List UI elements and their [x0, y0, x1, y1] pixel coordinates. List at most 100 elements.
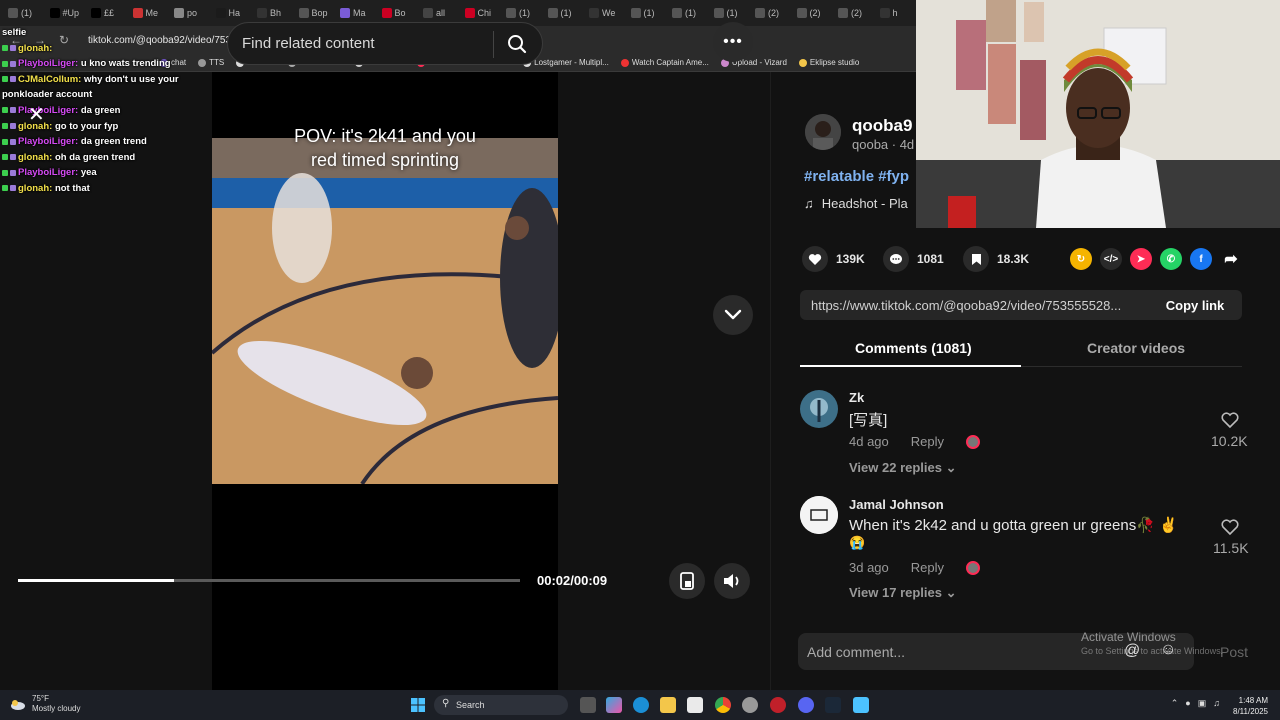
reply-button[interactable]: Reply	[911, 560, 944, 575]
browser-tab[interactable]: po	[170, 2, 211, 24]
taskbar-search[interactable]: ⚲ Search	[434, 695, 568, 715]
browser-tab[interactable]: (1)	[710, 2, 751, 24]
search-icon[interactable]	[506, 33, 528, 55]
browser-tab[interactable]: ££	[87, 2, 128, 24]
browser-tab[interactable]: (1)	[4, 2, 45, 24]
speaker-icon[interactable]: ♫	[1213, 698, 1220, 709]
reply-button[interactable]: Reply	[911, 434, 944, 449]
video-progress-bar[interactable]	[18, 579, 520, 582]
save-stat[interactable]: 18.3K	[963, 246, 1029, 272]
browser-tab[interactable]: (2)	[834, 2, 875, 24]
share-link-box[interactable]: https://www.tiktok.com/@qooba92/video/75…	[800, 290, 1242, 320]
more-options-button[interactable]: •••	[713, 22, 753, 62]
browser-tab[interactable]: Bo	[378, 2, 419, 24]
pip-button[interactable]	[669, 563, 705, 599]
browser-tab[interactable]: (2)	[751, 2, 792, 24]
next-video-button[interactable]	[713, 295, 753, 335]
copy-link-button[interactable]: Copy link	[1148, 290, 1242, 320]
copilot-icon[interactable]	[606, 697, 622, 713]
weather-widget[interactable]: 75°F Mostly cloudy	[10, 694, 80, 714]
tab-comments[interactable]: Comments (1081)	[855, 340, 972, 356]
discord-icon[interactable]	[798, 697, 814, 713]
comment-heart-icon[interactable]	[1221, 411, 1239, 429]
network-icon[interactable]: ▣	[1198, 698, 1207, 709]
bookmark-icon[interactable]	[963, 246, 989, 272]
bookmark-item[interactable]: Watch Captain Ame...	[620, 58, 709, 67]
facebook-icon[interactable]: f	[1190, 248, 1212, 270]
bookmark-item[interactable]: TTS	[198, 58, 224, 67]
share-arrow-icon[interactable]: ➦	[1220, 248, 1242, 270]
search-divider	[493, 31, 494, 58]
browser-tab[interactable]: (2)	[793, 2, 834, 24]
post-button[interactable]: Post	[1220, 644, 1248, 660]
chat-text: why don't u use your	[83, 73, 179, 85]
file-explorer-icon[interactable]	[660, 697, 676, 713]
close-icon[interactable]: ✕	[28, 102, 45, 127]
browser-tab[interactable]: (1)	[502, 2, 543, 24]
search-input[interactable]: Find related content	[227, 22, 543, 65]
comment-icon[interactable]	[883, 246, 909, 272]
comment-stat[interactable]: 1081	[883, 246, 944, 272]
music-info[interactable]: ♫ Headshot - Pla	[804, 196, 908, 211]
commenter-avatar[interactable]	[800, 390, 838, 428]
browser-tab[interactable]: (1)	[668, 2, 709, 24]
tab-label: (2)	[768, 8, 779, 18]
repost-icon[interactable]: ↻	[1070, 248, 1092, 270]
notepad-icon[interactable]	[853, 697, 869, 713]
like-stat[interactable]: 139K	[802, 246, 865, 272]
send-icon[interactable]: ➤	[1130, 248, 1152, 270]
tab-favicon-icon	[298, 8, 309, 18]
view-replies-button[interactable]: View 22 replies ⌄	[849, 460, 957, 476]
browser-tab[interactable]: Me	[129, 2, 170, 24]
chevron-up-icon[interactable]: ⌃	[1171, 698, 1179, 709]
tab-creator-videos[interactable]: Creator videos	[1087, 340, 1185, 356]
tab-label: Ha	[228, 8, 241, 18]
video-frame[interactable]	[212, 138, 558, 484]
task-view-icon[interactable]	[580, 697, 596, 713]
browser-tab[interactable]: We	[585, 2, 626, 24]
activate-windows-watermark: Activate Windows	[1081, 630, 1176, 644]
browser-tab[interactable]: Ma	[336, 2, 377, 24]
commenter-avatar[interactable]	[800, 496, 838, 534]
chat-badge-icon	[2, 107, 8, 114]
author-avatar[interactable]	[805, 114, 841, 150]
start-icon[interactable]	[410, 697, 426, 713]
volume-icon	[724, 574, 739, 588]
browser-tab[interactable]: #Up	[46, 2, 87, 24]
volume-button[interactable]	[714, 563, 750, 599]
taskbar-clock[interactable]: 1:48 AM 8/11/2025	[1233, 695, 1268, 717]
bookmark-item[interactable]: Eklipse studio	[798, 58, 859, 67]
browser-tab[interactable]: Chi	[461, 2, 502, 24]
hashtags[interactable]: #relatable #fyp	[804, 168, 909, 185]
comment-heart-icon[interactable]	[1221, 518, 1239, 536]
tab-label: all	[436, 8, 446, 18]
browser-tab[interactable]: Bh	[253, 2, 294, 24]
tab-favicon-icon	[174, 8, 184, 18]
comment-author[interactable]: Jamal Johnson	[849, 497, 944, 512]
browser-tab[interactable]: all	[419, 2, 460, 24]
browser-tab[interactable]: (1)	[544, 2, 585, 24]
obs-icon[interactable]	[742, 697, 758, 713]
weather-desc: Mostly cloudy	[32, 704, 81, 713]
chat-badge-icon	[10, 45, 16, 52]
comment-like-count: 11.5K	[1213, 540, 1249, 556]
store-icon[interactable]	[687, 697, 703, 713]
browser-tab[interactable]: Ha	[212, 2, 253, 24]
comment-author[interactable]: Zk	[849, 390, 864, 405]
view-replies-button[interactable]: View 17 replies ⌄	[849, 585, 957, 601]
system-tray[interactable]: ⌃ ● ▣ ♫	[1171, 698, 1220, 709]
heart-icon[interactable]	[802, 246, 828, 272]
embed-icon[interactable]: </>	[1100, 248, 1122, 270]
browser-tab[interactable]: h	[876, 2, 917, 24]
browser-tab[interactable]: Bop	[295, 2, 336, 24]
tab-label: Chi	[477, 8, 492, 18]
steam-icon[interactable]	[825, 697, 841, 713]
author-name[interactable]: qooba9	[852, 116, 912, 136]
whatsapp-icon[interactable]: ✆	[1160, 248, 1182, 270]
windows-taskbar: 75°F Mostly cloudy ⚲ Search ⌃ ● ▣ ♫ 1:48 …	[0, 690, 1280, 720]
mic-icon[interactable]: ●	[1185, 698, 1190, 709]
edge-icon[interactable]	[633, 697, 649, 713]
browser-tab[interactable]: (1)	[627, 2, 668, 24]
chrome-icon[interactable]	[715, 697, 731, 713]
opera-icon[interactable]	[770, 697, 786, 713]
